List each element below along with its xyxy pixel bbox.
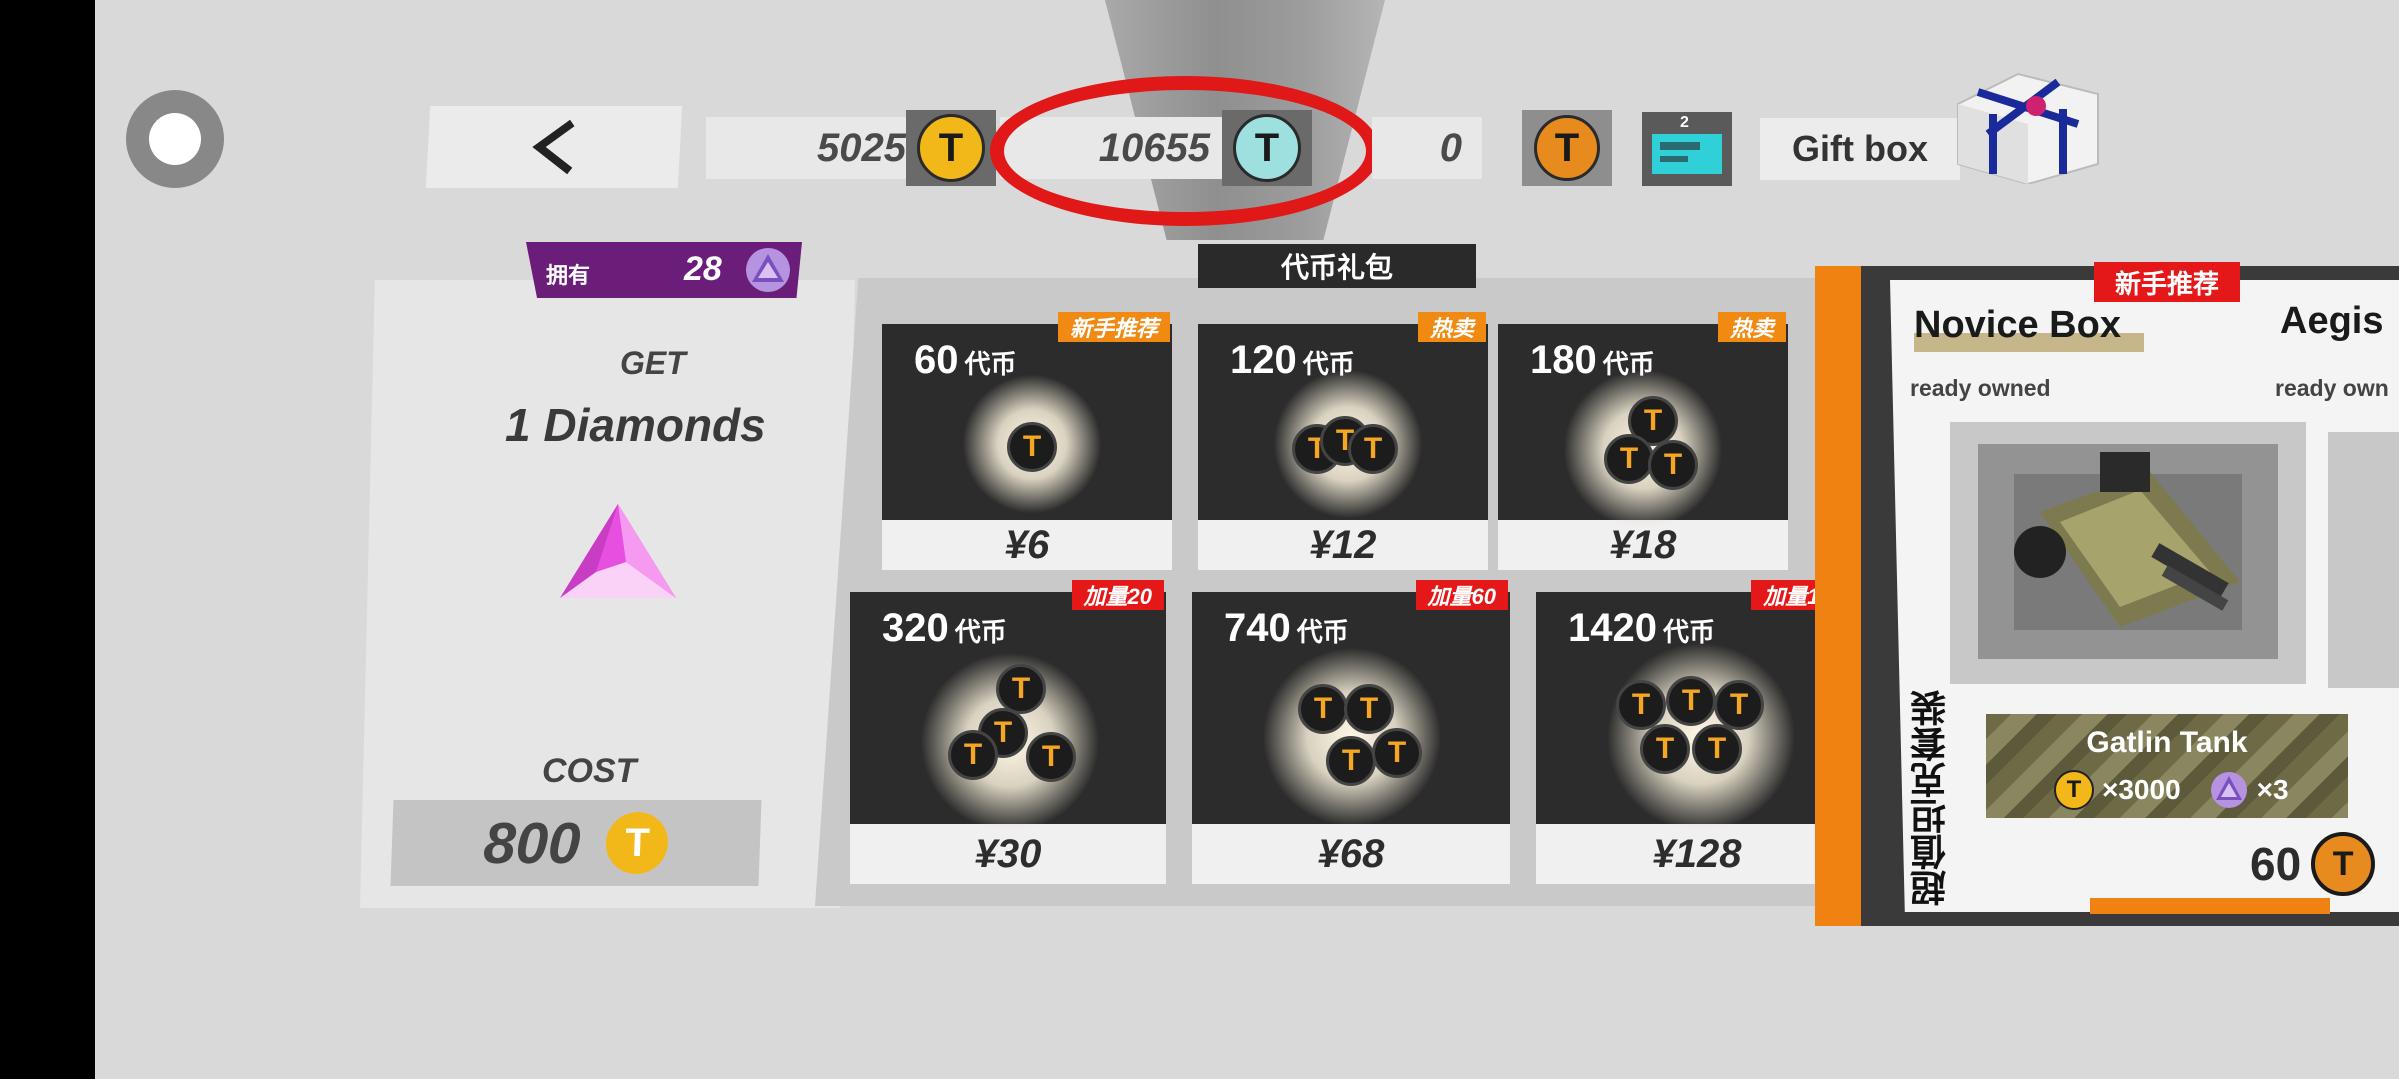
buy-diamond-button[interactable]: 800 T — [390, 800, 762, 886]
coin-pack-320[interactable]: T T T T 320 代币 加量20 ¥30 — [850, 580, 1166, 884]
orange-token-button[interactable]: T — [1522, 110, 1612, 186]
bundle-rewards: T ×3000 ×3 — [2054, 770, 2289, 810]
diamond-icon — [556, 502, 682, 609]
record-button[interactable] — [126, 90, 224, 188]
coin-pack-amount: 180 代币 — [1530, 338, 1655, 382]
coin-pack-price: ¥18 — [1609, 522, 1677, 567]
coin-pack-price: ¥68 — [1317, 831, 1385, 876]
coin-pack-60[interactable]: T 60 代币 新手推荐 ¥6 — [882, 312, 1172, 570]
coin-pack-price: ¥12 — [1309, 522, 1377, 567]
coin-pack-price: ¥128 — [1652, 831, 1742, 876]
coin-pack-price: ¥6 — [1004, 522, 1050, 567]
orange-token-balance: 0 — [1372, 117, 1482, 179]
aegis-box-title: Aegis — [2280, 300, 2384, 342]
cost-label: COST — [542, 752, 637, 790]
gift-box-label[interactable]: Gift box — [1760, 118, 1960, 180]
bundle-buy-button[interactable]: 60 T — [2250, 832, 2376, 896]
ticket-count: 2 — [1680, 114, 1689, 131]
ticket-button[interactable]: 2 — [1642, 112, 1732, 186]
coin-pack-amount: 60 代币 — [914, 338, 1017, 382]
left-black-bar — [0, 0, 95, 1079]
diamond-small-icon — [746, 248, 790, 292]
highlight-circle — [990, 76, 1380, 226]
coin-pack-tag: 加量60 — [1415, 580, 1508, 610]
owned-label: 拥有 — [546, 263, 591, 288]
bundle-price: 60 — [2250, 838, 2302, 890]
aegis-preview — [2328, 432, 2399, 688]
bundle-progress-bar — [2090, 898, 2330, 914]
coin-pack-amount: 740 代币 — [1224, 606, 1349, 650]
coin-pack-tag: 新手推荐 — [1057, 312, 1170, 342]
orange-token-icon: T — [1534, 115, 1600, 181]
coin-pack-tag: 热卖 — [1417, 312, 1486, 342]
coin-pack-title: 代币礼包 — [1198, 244, 1476, 288]
coin-pack-180[interactable]: T T T 180 代币 热卖 ¥18 — [1498, 312, 1788, 570]
coin-pack-amount: 1420 代币 — [1568, 606, 1715, 650]
tank-preview — [1950, 422, 2306, 684]
coin-pack-tag: 热卖 — [1717, 312, 1786, 342]
bundle-price-icon: T — [2311, 832, 2376, 896]
reward-tokens: ×3000 — [2102, 774, 2181, 805]
novice-box-title: Novice Box — [1914, 304, 2144, 352]
bundle-side-label: 超值坦克套装 — [1910, 690, 1951, 906]
coin-pack-price: ¥30 — [974, 831, 1042, 876]
coin-pack-amount: 120 代币 — [1230, 338, 1355, 382]
gold-token-icon: T — [917, 114, 985, 182]
bundle-stripe — [1815, 266, 1861, 926]
aegis-owned-status: ready own — [2275, 375, 2389, 401]
tank-name: Gatlin Tank — [2086, 726, 2248, 759]
reward-token-icon: T — [2054, 770, 2094, 810]
gold-token-button[interactable]: T — [906, 110, 996, 186]
coin-pack-amount: 320 代币 — [882, 606, 1007, 650]
back-arrow-icon — [532, 119, 575, 175]
reward-diamond-icon — [2210, 772, 2247, 808]
get-label: GET — [620, 345, 686, 381]
tank-icon — [2014, 452, 2240, 627]
gold-token-balance: 5025 — [706, 117, 926, 179]
recommend-tag: 新手推荐 — [2094, 262, 2240, 302]
back-button[interactable] — [425, 106, 683, 188]
record-icon — [149, 113, 201, 165]
cost-value: 800 — [482, 810, 582, 876]
coin-pack-740[interactable]: T T T T 740 代币 加量60 ¥68 — [1192, 580, 1510, 884]
gift-box-icon[interactable] — [1948, 64, 2100, 186]
coin-pack-120[interactable]: T T T 120 代币 热卖 ¥12 — [1198, 312, 1488, 570]
diamond-offer-title: 1 Diamonds — [505, 399, 766, 451]
cost-token-icon: T — [605, 812, 670, 874]
reward-diamonds: ×3 — [2256, 774, 2289, 805]
novice-owned-status: ready owned — [1910, 375, 2051, 401]
coin-pack-tag: 加量20 — [1071, 580, 1164, 610]
owned-count: 28 — [684, 250, 722, 288]
owned-diamonds-tab: 拥有 28 — [526, 242, 802, 298]
coin-pack-1420[interactable]: T T T T T 1420 代币 加量140 ¥128 — [1536, 580, 1858, 884]
